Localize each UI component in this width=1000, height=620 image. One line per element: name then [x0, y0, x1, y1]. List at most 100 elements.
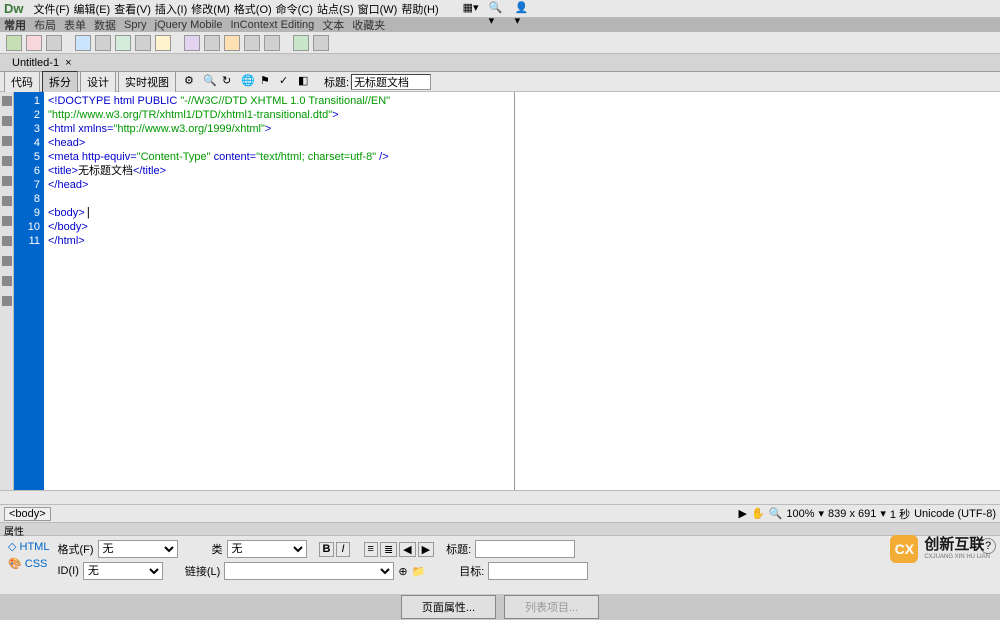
menu-help[interactable]: 帮助(H): [401, 1, 438, 17]
anchor-icon[interactable]: [46, 35, 62, 51]
class-select[interactable]: 无: [227, 540, 307, 558]
zoom-level[interactable]: 100%: [786, 508, 814, 520]
ul-button[interactable]: ≡: [364, 542, 378, 557]
tab-form[interactable]: 表单: [64, 17, 86, 33]
page-properties-button[interactable]: 页面属性...: [401, 595, 496, 619]
media-icon[interactable]: [135, 35, 151, 51]
design-preview[interactable]: [515, 92, 1000, 490]
hyperlink-icon[interactable]: [6, 35, 22, 51]
highlight-icon[interactable]: [2, 216, 12, 226]
link-select[interactable]: [224, 562, 394, 580]
view-toolbar: 代码 拆分 设计 实时视图 ⚙ 🔍 ↻ 🌐 ⚑ ✓ ◧ 标题:: [0, 72, 1000, 92]
menu-window[interactable]: 窗口(W): [358, 1, 398, 17]
indent-icon[interactable]: [2, 256, 12, 266]
check-icon[interactable]: ◧: [298, 74, 314, 90]
document-tabbar: Untitled-1 ×: [0, 54, 1000, 72]
class-label: 类: [212, 541, 223, 557]
bold-button[interactable]: B: [319, 542, 335, 557]
ol-button[interactable]: ≣: [380, 542, 397, 557]
outdent-button[interactable]: ◀: [399, 542, 415, 557]
expand-icon[interactable]: [2, 136, 12, 146]
hand-icon[interactable]: ✋: [751, 507, 765, 520]
title2-input[interactable]: [475, 540, 575, 558]
split-view-button[interactable]: 拆分: [42, 71, 78, 93]
head-icon[interactable]: [244, 35, 260, 51]
script-icon[interactable]: [264, 35, 280, 51]
comment-icon[interactable]: [224, 35, 240, 51]
layout-icon[interactable]: ▦▾: [463, 1, 479, 17]
tab-favorites[interactable]: 收藏夹: [352, 17, 385, 33]
widget-icon[interactable]: [155, 35, 171, 51]
line-numbers-icon[interactable]: [2, 196, 12, 206]
pointer-icon[interactable]: ▶: [739, 507, 747, 520]
horizontal-scrollbar[interactable]: [0, 490, 1000, 504]
target-input[interactable]: [488, 562, 588, 580]
properties-header[interactable]: 属性: [0, 522, 1000, 536]
css-tab[interactable]: 🎨 CSS: [8, 557, 47, 570]
server-include-icon[interactable]: [204, 35, 220, 51]
zoom-icon[interactable]: 🔍: [769, 507, 783, 520]
menu-view[interactable]: 查看(V): [114, 1, 151, 17]
search-icon[interactable]: 🔍▾: [489, 1, 505, 17]
tag-path[interactable]: <body>: [4, 507, 51, 521]
collapse-icon[interactable]: [2, 116, 12, 126]
footer-bar: 页面属性... 列表项目...: [0, 594, 1000, 620]
balance-icon[interactable]: [2, 176, 12, 186]
code-toolbar: [0, 92, 14, 490]
tab-text[interactable]: 文本: [322, 17, 344, 33]
syntax-icon[interactable]: [2, 236, 12, 246]
document-tab[interactable]: Untitled-1 ×: [4, 55, 80, 71]
div-icon[interactable]: [95, 35, 111, 51]
snippet-icon[interactable]: [2, 296, 12, 306]
tab-layout[interactable]: 布局: [34, 17, 56, 33]
code-content[interactable]: <!DOCTYPE html PUBLIC "-//W3C//DTD XHTML…: [44, 92, 514, 490]
browser-icon[interactable]: 🌐: [241, 74, 257, 90]
close-icon[interactable]: ×: [65, 57, 71, 69]
live-view-button[interactable]: 实时视图: [118, 71, 176, 93]
code-editor[interactable]: 1234567891011 <!DOCTYPE html PUBLIC "-//…: [14, 92, 515, 490]
tab-common[interactable]: 常用: [4, 17, 26, 33]
menu-insert[interactable]: 插入(I): [155, 1, 187, 17]
live-code-icon[interactable]: ⚙: [184, 74, 200, 90]
tab-incontext[interactable]: InContext Editing: [230, 19, 314, 31]
design-view-button[interactable]: 设计: [80, 71, 116, 93]
tab-jquery[interactable]: jQuery Mobile: [155, 19, 223, 31]
templates-icon[interactable]: [293, 35, 309, 51]
user-icon[interactable]: 👤▾: [515, 1, 531, 17]
code-view-button[interactable]: 代码: [4, 71, 40, 93]
tag-chooser-icon[interactable]: [313, 35, 329, 51]
date-icon[interactable]: [184, 35, 200, 51]
refresh-icon[interactable]: ↻: [222, 74, 238, 90]
title-label: 标题:: [324, 74, 349, 90]
select-parent-icon[interactable]: [2, 156, 12, 166]
link-point-icon[interactable]: ⊕: [398, 565, 407, 578]
window-size[interactable]: 839 x 691: [828, 508, 876, 520]
id-label: ID(I): [57, 565, 78, 577]
menu-site[interactable]: 站点(S): [317, 1, 354, 17]
app-logo: Dw: [4, 1, 24, 16]
tab-spry[interactable]: Spry: [124, 19, 147, 31]
inspect-icon[interactable]: 🔍: [203, 74, 219, 90]
menu-modify[interactable]: 修改(M): [191, 1, 230, 17]
link-browse-icon[interactable]: 📁: [412, 565, 426, 578]
id-select[interactable]: 无: [83, 562, 163, 580]
open-docs-icon[interactable]: [2, 96, 12, 106]
menu-edit[interactable]: 编辑(E): [74, 1, 111, 17]
menu-file[interactable]: 文件(F): [34, 1, 70, 17]
email-link-icon[interactable]: [26, 35, 42, 51]
image-icon[interactable]: [115, 35, 131, 51]
validate-icon[interactable]: ✓: [279, 74, 295, 90]
format-select[interactable]: 无: [98, 540, 178, 558]
options-icon[interactable]: ⚑: [260, 74, 276, 90]
menu-format[interactable]: 格式(O): [234, 1, 272, 17]
tag-selector-bar: <body> ▶ ✋ 🔍 100% ▾ 839 x 691 ▾ 1 秒 Unic…: [0, 504, 1000, 522]
html-tab[interactable]: ◇ HTML: [8, 540, 49, 553]
indent-button[interactable]: ▶: [418, 542, 434, 557]
table-icon[interactable]: [75, 35, 91, 51]
menu-command[interactable]: 命令(C): [276, 1, 313, 17]
tab-data[interactable]: 数据: [94, 17, 116, 33]
italic-button[interactable]: I: [336, 542, 349, 557]
title-input[interactable]: [351, 74, 431, 90]
format-icon[interactable]: [2, 276, 12, 286]
line-gutter: 1234567891011: [14, 92, 44, 490]
